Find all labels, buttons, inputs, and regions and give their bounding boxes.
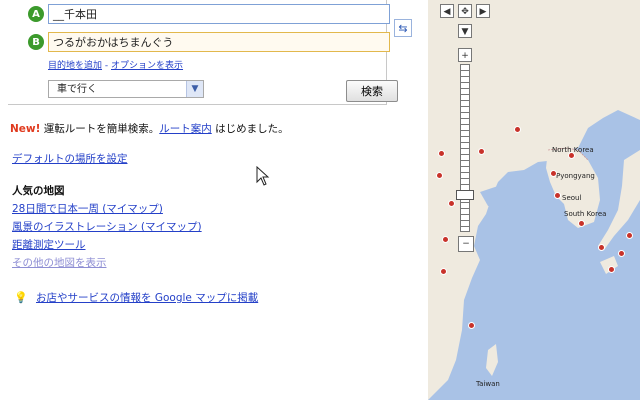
route-guide-link[interactable]: ルート案内	[159, 123, 212, 135]
pan-right-icon[interactable]: ▶	[476, 4, 490, 18]
popular-map-link-2[interactable]: 風景のイラストレーション (マイマップ)	[12, 219, 202, 234]
pan-down-icon[interactable]: ▼	[458, 24, 472, 38]
show-options-link[interactable]: オプションを表示	[111, 61, 183, 71]
travel-mode-value: 車で行く	[57, 84, 97, 95]
add-destination-link[interactable]: 目的地を追加	[48, 61, 102, 71]
map-pin[interactable]	[438, 150, 445, 157]
map-pin[interactable]	[626, 232, 633, 239]
map-pin[interactable]	[618, 250, 625, 257]
map-pin[interactable]	[468, 322, 475, 329]
map-pin[interactable]	[514, 126, 521, 133]
business-listing-tip: 💡 お店やサービスの情報を Google マップに掲載	[14, 290, 258, 305]
swap-route-button[interactable]: ⇆	[394, 19, 412, 37]
map-pin[interactable]	[554, 192, 561, 199]
chevron-down-icon[interactable]: ▼	[186, 81, 203, 97]
map-label-seoul: Seoul	[562, 194, 582, 202]
map-pin[interactable]	[608, 266, 615, 273]
search-button[interactable]: 検索	[346, 80, 398, 102]
zoom-slider-handle[interactable]	[456, 190, 474, 200]
travel-mode-select[interactable]: 車で行く ▼	[48, 80, 204, 98]
start-marker-icon: A	[28, 6, 44, 22]
map-label-taiwan: Taiwan	[476, 380, 500, 388]
map-label-south-korea: South Korea	[564, 210, 607, 218]
map-pin[interactable]	[448, 200, 455, 207]
zoom-out-icon[interactable]: −	[458, 236, 474, 252]
mouse-pointer-icon	[256, 166, 270, 186]
zoom-slider-track[interactable]	[460, 64, 470, 232]
end-marker-icon: B	[28, 34, 44, 50]
pan-center-icon[interactable]: ✥	[458, 4, 472, 18]
map-pin[interactable]	[436, 172, 443, 179]
map-pin[interactable]	[598, 244, 605, 251]
map-pin[interactable]	[550, 170, 557, 177]
map-pin[interactable]	[578, 220, 585, 227]
map-pin[interactable]	[568, 152, 575, 159]
map-pin[interactable]	[478, 148, 485, 155]
more-maps-link[interactable]: その他の地図を表示	[12, 255, 107, 270]
popular-maps-title: 人気の地図	[12, 185, 65, 197]
announcement-text-before: 運転ルートを簡単検索。	[40, 123, 160, 135]
map-view[interactable]: North Korea Pyongyang Seoul South Korea …	[428, 0, 640, 400]
route-options-links: 目的地を追加 - オプションを表示	[48, 58, 183, 71]
route-form: A __千本田 B つるがおかはちまんぐう 目的地を追加 - オプションを表示 …	[8, 0, 398, 105]
map-pin[interactable]	[442, 236, 449, 243]
default-location-link[interactable]: デフォルトの場所を設定	[12, 151, 128, 166]
links-separator: -	[102, 61, 111, 71]
new-badge: New!	[10, 123, 41, 135]
zoom-in-icon[interactable]: +	[458, 48, 472, 62]
popular-map-link-1[interactable]: 28日間で日本一周 (マイマップ)	[12, 201, 163, 216]
business-listing-link[interactable]: お店やサービスの情報を Google マップに掲載	[36, 292, 258, 304]
pan-left-icon[interactable]: ◀	[440, 4, 454, 18]
end-location-input[interactable]: つるがおかはちまんぐう	[48, 32, 390, 52]
directions-panel: A __千本田 B つるがおかはちまんぐう 目的地を追加 - オプションを表示 …	[0, 0, 428, 400]
lightbulb-icon: 💡	[14, 291, 28, 304]
popular-map-link-3[interactable]: 距離測定ツール	[12, 237, 86, 252]
map-label-pyongyang: Pyongyang	[556, 172, 595, 180]
start-location-input[interactable]: __千本田	[48, 4, 390, 24]
map-pin[interactable]	[440, 268, 447, 275]
announcement: New! 運転ルートを簡単検索。ルート案内 はじめました。	[10, 121, 289, 136]
announcement-text-after: はじめました。	[211, 123, 289, 135]
